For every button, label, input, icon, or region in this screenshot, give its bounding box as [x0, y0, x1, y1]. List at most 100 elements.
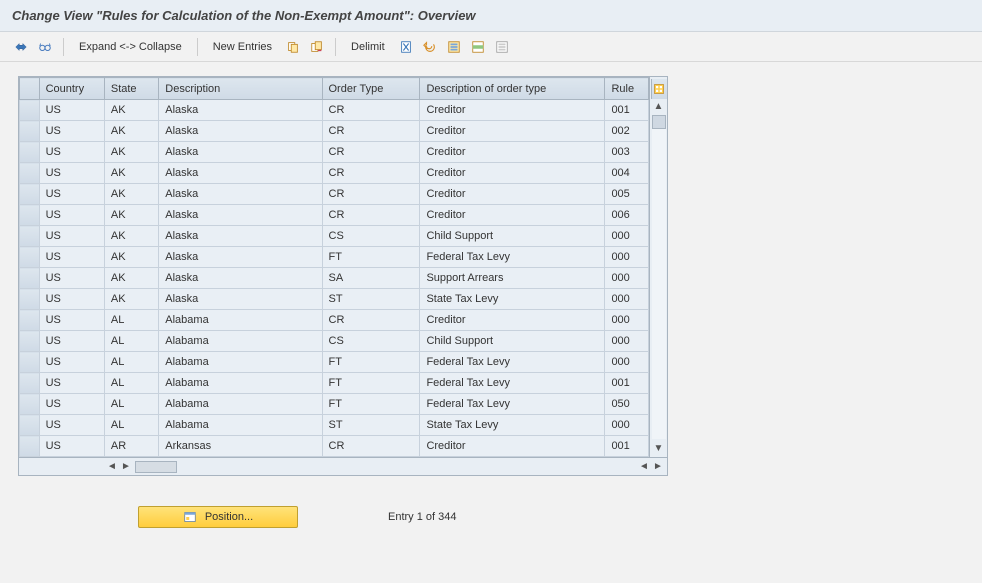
table-row[interactable]: USALAlabamaFTFederal Tax Levy050	[20, 394, 649, 415]
cell-order-type-desc[interactable]: Creditor	[420, 142, 605, 163]
cell-description[interactable]: Alabama	[159, 310, 322, 331]
h-thumb[interactable]	[135, 461, 177, 473]
table-row[interactable]: USAKAlaskaCRCreditor006	[20, 205, 649, 226]
cell-state[interactable]: AK	[104, 184, 158, 205]
cell-country[interactable]: US	[39, 142, 104, 163]
cell-order-type-desc[interactable]: Child Support	[420, 226, 605, 247]
cell-rule[interactable]: 002	[605, 121, 649, 142]
cell-order-type-desc[interactable]: State Tax Levy	[420, 415, 605, 436]
cell-order-type-desc[interactable]: Creditor	[420, 310, 605, 331]
cell-rule[interactable]: 000	[605, 289, 649, 310]
table-row[interactable]: USAKAlaskaCRCreditor005	[20, 184, 649, 205]
cell-state[interactable]: AK	[104, 268, 158, 289]
table-row[interactable]: USAKAlaskaSTState Tax Levy000	[20, 289, 649, 310]
cell-state[interactable]: AK	[104, 226, 158, 247]
cell-description[interactable]: Alaska	[159, 142, 322, 163]
cell-order-type[interactable]: ST	[322, 415, 420, 436]
cell-description[interactable]: Alaska	[159, 121, 322, 142]
cell-description[interactable]: Alaska	[159, 268, 322, 289]
cell-state[interactable]: AK	[104, 142, 158, 163]
cell-rule[interactable]: 003	[605, 142, 649, 163]
row-selector[interactable]	[20, 436, 40, 457]
table-row[interactable]: USAKAlaskaSASupport Arrears000	[20, 268, 649, 289]
cell-rule[interactable]: 001	[605, 100, 649, 121]
vertical-scrollbar[interactable]: ▲ ▼	[649, 77, 667, 457]
position-button[interactable]: Position...	[138, 506, 298, 528]
cell-rule[interactable]: 006	[605, 205, 649, 226]
cell-rule[interactable]: 005	[605, 184, 649, 205]
horizontal-scrollbar[interactable]: ◄ ► ◄ ►	[19, 457, 667, 475]
cell-description[interactable]: Alabama	[159, 415, 322, 436]
select-block-icon[interactable]	[469, 38, 487, 56]
cell-description[interactable]: Alaska	[159, 247, 322, 268]
row-selector[interactable]	[20, 268, 40, 289]
cell-country[interactable]: US	[39, 226, 104, 247]
row-selector[interactable]	[20, 142, 40, 163]
cell-order-type-desc[interactable]: Federal Tax Levy	[420, 373, 605, 394]
table-config-icon[interactable]	[651, 79, 667, 99]
table-row[interactable]: USARArkansasCRCreditor001	[20, 436, 649, 457]
glasses-icon[interactable]	[36, 38, 54, 56]
cell-country[interactable]: US	[39, 373, 104, 394]
delimit-button[interactable]: Delimit	[345, 39, 391, 55]
cell-rule[interactable]: 001	[605, 436, 649, 457]
cell-order-type[interactable]: CS	[322, 226, 420, 247]
row-selector[interactable]	[20, 310, 40, 331]
col-rule[interactable]: Rule	[605, 78, 649, 100]
deselect-all-icon[interactable]	[493, 38, 511, 56]
cell-order-type[interactable]: CR	[322, 184, 420, 205]
cell-order-type-desc[interactable]: Child Support	[420, 331, 605, 352]
table-row[interactable]: USAKAlaskaCRCreditor002	[20, 121, 649, 142]
table-row[interactable]: USAKAlaskaFTFederal Tax Levy000	[20, 247, 649, 268]
table-row[interactable]: USAKAlaskaCRCreditor004	[20, 163, 649, 184]
cell-state[interactable]: AK	[104, 163, 158, 184]
row-selector-header[interactable]	[20, 78, 40, 100]
row-selector[interactable]	[20, 163, 40, 184]
cell-state[interactable]: AL	[104, 415, 158, 436]
row-selector[interactable]	[20, 226, 40, 247]
scroll-up-icon[interactable]: ▲	[652, 99, 666, 113]
table-row[interactable]: USALAlabamaFTFederal Tax Levy000	[20, 352, 649, 373]
toggle-view-icon[interactable]	[12, 38, 30, 56]
cell-order-type[interactable]: CR	[322, 436, 420, 457]
cell-rule[interactable]: 001	[605, 373, 649, 394]
cell-rule[interactable]: 000	[605, 352, 649, 373]
cell-description[interactable]: Alaska	[159, 226, 322, 247]
row-selector[interactable]	[20, 184, 40, 205]
cell-country[interactable]: US	[39, 394, 104, 415]
cell-order-type-desc[interactable]: Federal Tax Levy	[420, 394, 605, 415]
cell-description[interactable]: Alaska	[159, 163, 322, 184]
scroll-right-icon[interactable]: ►	[119, 460, 133, 474]
cell-order-type[interactable]: FT	[322, 247, 420, 268]
scroll-left-icon[interactable]: ◄	[105, 460, 119, 474]
cell-rule[interactable]: 000	[605, 268, 649, 289]
cell-country[interactable]: US	[39, 436, 104, 457]
cell-state[interactable]: AL	[104, 310, 158, 331]
row-selector[interactable]	[20, 100, 40, 121]
cell-state[interactable]: AL	[104, 394, 158, 415]
cell-rule[interactable]: 050	[605, 394, 649, 415]
cell-order-type[interactable]: SA	[322, 268, 420, 289]
cell-order-type[interactable]: CR	[322, 121, 420, 142]
copy-as-icon[interactable]	[308, 38, 326, 56]
row-selector[interactable]	[20, 373, 40, 394]
cell-order-type[interactable]: CR	[322, 142, 420, 163]
cell-order-type[interactable]: FT	[322, 394, 420, 415]
cell-country[interactable]: US	[39, 100, 104, 121]
cell-order-type[interactable]: CR	[322, 310, 420, 331]
cell-country[interactable]: US	[39, 268, 104, 289]
row-selector[interactable]	[20, 247, 40, 268]
cell-order-type-desc[interactable]: Creditor	[420, 100, 605, 121]
cell-rule[interactable]: 000	[605, 331, 649, 352]
cell-country[interactable]: US	[39, 415, 104, 436]
row-selector[interactable]	[20, 331, 40, 352]
cell-country[interactable]: US	[39, 184, 104, 205]
row-selector[interactable]	[20, 121, 40, 142]
cell-description[interactable]: Alaska	[159, 100, 322, 121]
cell-order-type-desc[interactable]: State Tax Levy	[420, 289, 605, 310]
cell-country[interactable]: US	[39, 247, 104, 268]
cell-country[interactable]: US	[39, 352, 104, 373]
cell-rule[interactable]: 004	[605, 163, 649, 184]
cell-state[interactable]: AR	[104, 436, 158, 457]
cell-country[interactable]: US	[39, 121, 104, 142]
